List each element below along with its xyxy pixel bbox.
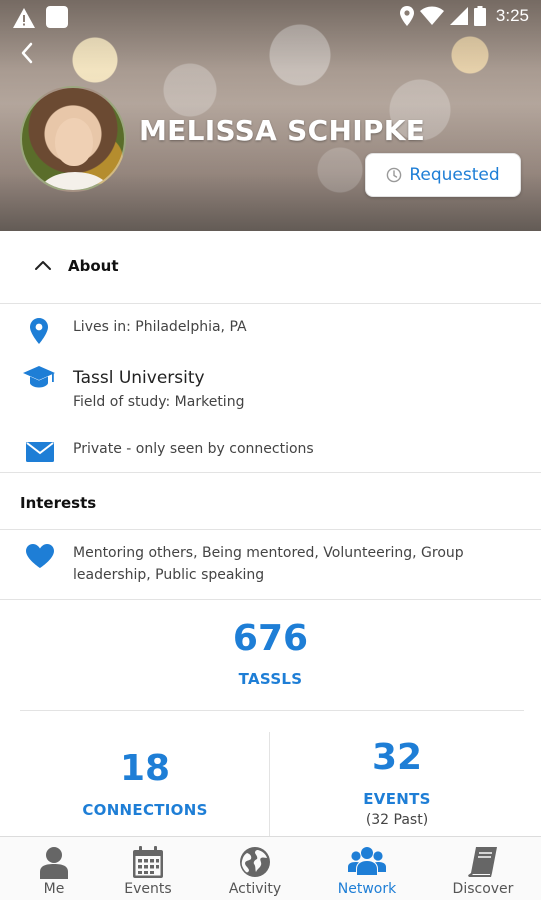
nav-label: Network <box>337 881 397 897</box>
person-icon <box>40 847 68 879</box>
nav-label: Me <box>43 881 65 897</box>
location-pin-icon <box>30 318 48 344</box>
bottom-nav: Me Events Activity Network Discover <box>0 836 541 900</box>
field-of-study: Field of study: Marketing <box>73 394 245 410</box>
location-status-icon <box>399 6 414 26</box>
chevron-left-icon <box>21 42 33 64</box>
nav-me[interactable]: Me <box>0 837 108 900</box>
envelope-icon <box>26 442 54 462</box>
requested-label: Requested <box>409 165 500 185</box>
warning-icon <box>13 8 35 28</box>
notification-icon <box>46 6 68 28</box>
profile-header: 3:25 MELISSA SCHIPKE Requested <box>0 0 541 231</box>
interests-title: Interests <box>20 494 97 512</box>
connections-count: 18 <box>119 748 171 789</box>
nav-label: Activity <box>228 881 282 897</box>
email-row: Private - only seen by connections <box>0 430 541 472</box>
education-row: Tassl University Field of study: Marketi… <box>0 354 541 420</box>
divider <box>0 529 541 530</box>
signal-icon <box>449 7 468 25</box>
nav-network[interactable]: Network <box>313 837 421 900</box>
interests-text: Mentoring others, Being mentored, Volunt… <box>73 545 464 583</box>
location-text: Lives in: Philadelphia, PA <box>73 319 247 335</box>
divider <box>0 472 541 473</box>
globe-icon <box>240 847 270 877</box>
book-icon <box>468 847 497 877</box>
people-icon <box>348 847 386 875</box>
nav-label: Discover <box>452 881 514 897</box>
nav-discover[interactable]: Discover <box>429 837 537 900</box>
events-label: EVENTS <box>363 790 431 808</box>
about-title: About <box>68 257 119 275</box>
tassls-count: 676 <box>232 618 309 659</box>
avatar <box>20 86 126 192</box>
graduation-cap-icon <box>23 366 55 388</box>
school-name: Tassl University <box>73 368 205 388</box>
status-time: 3:25 <box>495 6 529 25</box>
chevron-up-icon <box>35 261 51 270</box>
nav-activity[interactable]: Activity <box>201 837 309 900</box>
requested-button[interactable]: Requested <box>365 153 521 197</box>
calendar-icon <box>133 846 163 878</box>
status-bar: 3:25 <box>0 0 541 34</box>
profile-name: MELISSA SCHIPKE <box>139 114 426 147</box>
tassls-label: TASSLS <box>238 670 303 688</box>
heart-icon <box>26 544 54 568</box>
location-row: Lives in: Philadelphia, PA <box>0 304 541 354</box>
clock-icon <box>387 167 402 183</box>
events-past: (32 Past) <box>365 812 429 828</box>
divider <box>20 710 524 711</box>
back-button[interactable] <box>12 38 42 68</box>
battery-icon <box>473 6 486 26</box>
events-count: 32 <box>371 737 423 778</box>
about-toggle[interactable]: About <box>0 231 541 304</box>
nav-events[interactable]: Events <box>94 837 202 900</box>
nav-label: Events <box>124 881 172 897</box>
email-privacy-text: Private - only seen by connections <box>73 441 314 457</box>
divider <box>0 599 541 600</box>
wifi-icon <box>419 6 444 25</box>
connections-label: CONNECTIONS <box>82 801 208 819</box>
